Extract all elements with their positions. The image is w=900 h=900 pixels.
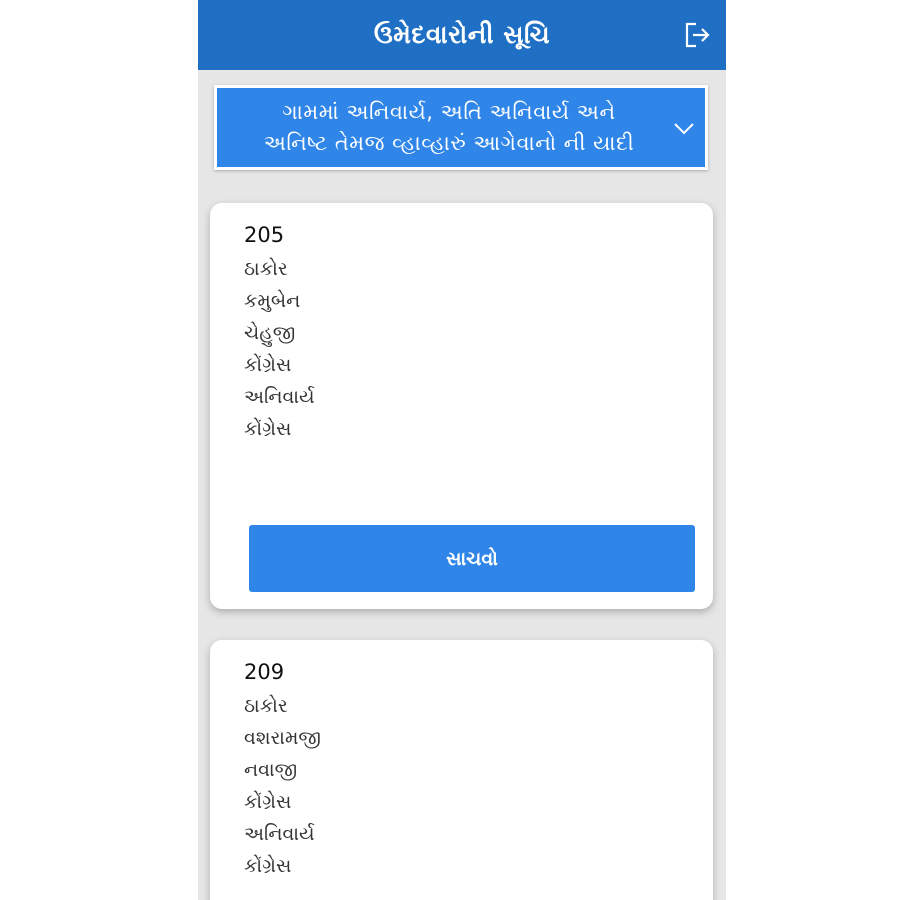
candidate-card: 209 ઠાકોર વશરામજી નવાજી કોંગ્રેસ અનિવાર્…	[210, 640, 713, 900]
candidate-category: અનિવાર્ય	[244, 386, 315, 408]
candidate-party-2: કોંગ્રેસ	[244, 418, 292, 440]
candidate-details: 205 ઠાકોર કમુબેન ચેહુજી કોંગ્રેસ અનિવાર્…	[244, 221, 315, 445]
logout-icon[interactable]	[682, 20, 712, 50]
dropdown-line-2: અનિષ્ટ તેમજ વ્હાવ્હારું આગેવાનો ની યાદી	[263, 130, 635, 155]
candidate-surname: ઠાકોર	[244, 695, 288, 717]
candidate-first-name: વશરામજી	[244, 727, 321, 749]
candidate-father-name: નવાજી	[244, 759, 298, 781]
dropdown-selected-value: ગામમાં અનિવાર્ય, અતિ અનિવાર્ય અને અનિષ્ટ…	[217, 97, 669, 159]
candidate-father-name: ચેહુજી	[244, 322, 296, 344]
candidate-party: કોંગ્રેસ	[244, 354, 292, 376]
candidate-party: કોંગ્રેસ	[244, 791, 292, 813]
phone-screen: ઉમેદવારોની સૂચિ ગામમાં અનિવાર્ય, અતિ અનિ…	[198, 0, 726, 900]
candidate-number: 209	[244, 660, 285, 684]
candidate-first-name: કમુબેન	[244, 290, 301, 312]
dropdown-line-1: ગામમાં અનિવાર્ય, અતિ અનિવાર્ય અને	[282, 99, 616, 124]
candidate-surname: ઠાકોર	[244, 258, 288, 280]
candidate-party-2: કોંગ્રેસ	[244, 855, 292, 877]
save-button[interactable]: સાચવો	[249, 525, 695, 592]
page-title: ઉમેદવારોની સૂચિ	[373, 20, 551, 49]
candidate-details: 209 ઠાકોર વશરામજી નવાજી કોંગ્રેસ અનિવાર્…	[244, 658, 321, 882]
chevron-down-icon[interactable]	[669, 113, 699, 143]
candidate-category: અનિવાર્ય	[244, 823, 315, 845]
candidate-number: 205	[244, 223, 285, 247]
list-type-dropdown[interactable]: ગામમાં અનિવાર્ય, અતિ અનિવાર્ય અને અનિષ્ટ…	[214, 85, 708, 170]
candidate-card: 205 ઠાકોર કમુબેન ચેહુજી કોંગ્રેસ અનિવાર્…	[210, 203, 713, 609]
app-bar: ઉમેદવારોની સૂચિ	[198, 0, 726, 70]
